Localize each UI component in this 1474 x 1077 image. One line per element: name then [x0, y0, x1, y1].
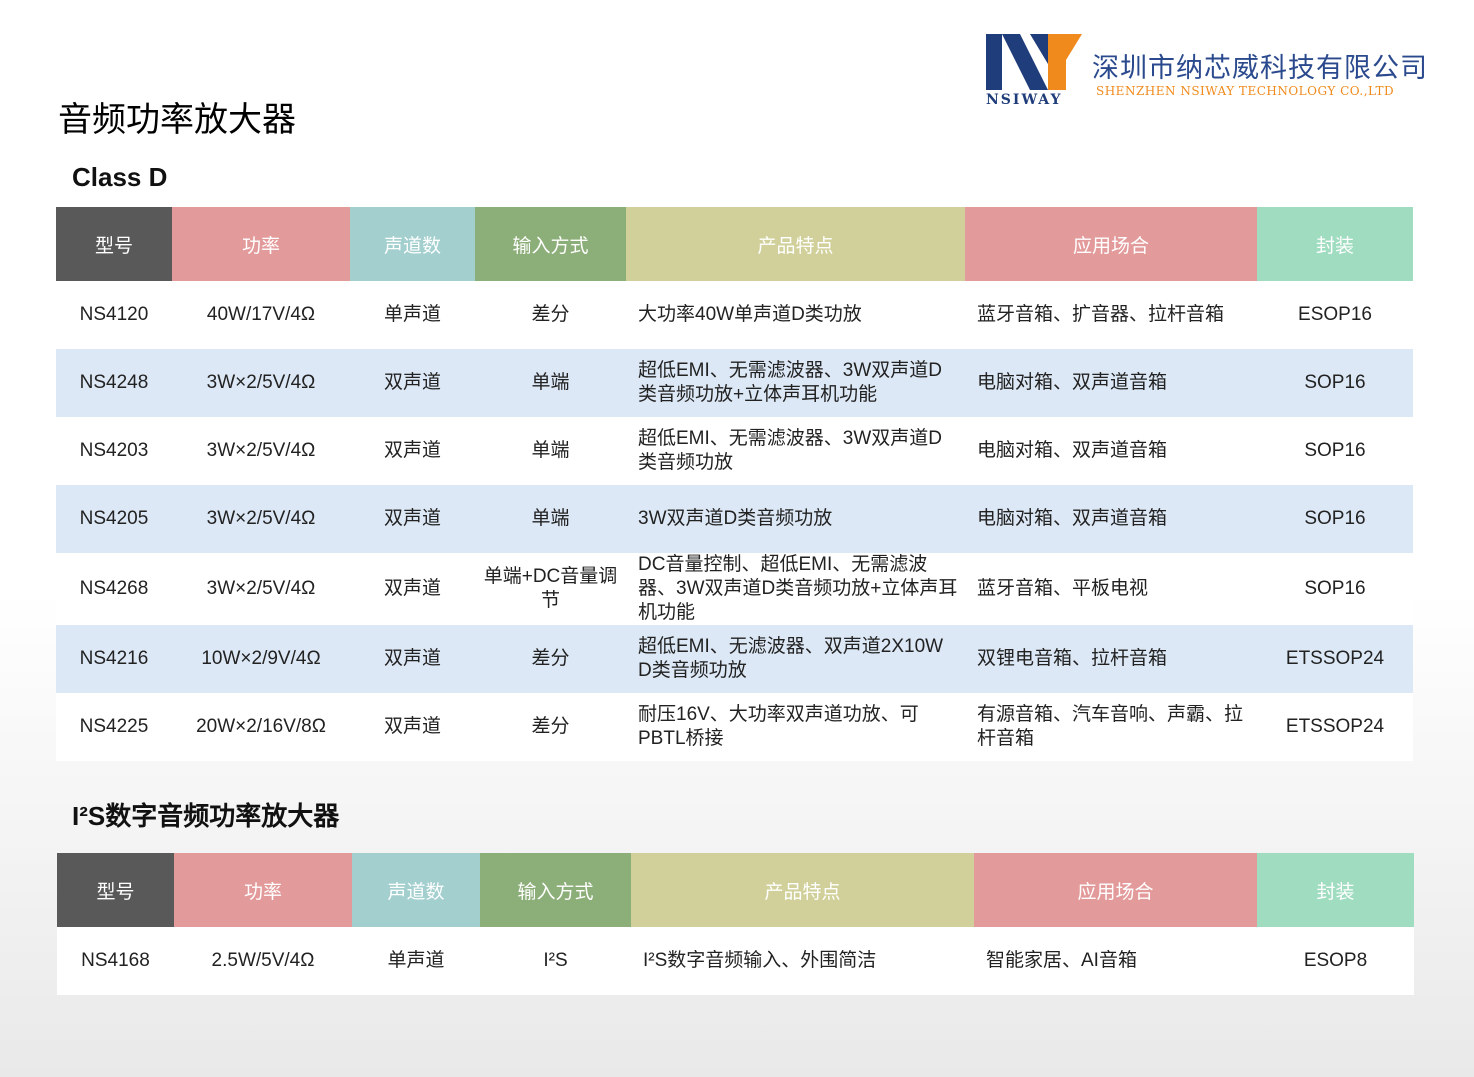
cell-channels: 双声道	[350, 553, 475, 625]
cell-input: 单端+DC音量调节	[475, 553, 626, 625]
cell-channels: 单声道	[352, 927, 480, 995]
cell-package: SOP16	[1257, 417, 1413, 485]
table-row: NS4225 20W×2/16V/8Ω 双声道 差分 耐压16V、大功率双声道功…	[56, 693, 1413, 761]
cell-channels: 双声道	[350, 417, 475, 485]
header-features: 产品特点	[626, 207, 965, 281]
i2s-table: 型号 功率 声道数 输入方式 产品特点 应用场合 封装 NS4168 2.5W/…	[57, 853, 1414, 995]
header-channels: 声道数	[350, 207, 475, 281]
cell-power: 3W×2/5V/4Ω	[172, 485, 350, 553]
cell-applications: 蓝牙音箱、平板电视	[965, 553, 1257, 625]
cell-power: 3W×2/5V/4Ω	[172, 553, 350, 625]
cell-package: ETSSOP24	[1257, 625, 1413, 693]
logo-brand-text: NSIWAY	[986, 92, 1063, 108]
cell-channels: 单声道	[350, 281, 475, 349]
cell-model: NS4168	[57, 927, 174, 995]
cell-input: 差分	[475, 693, 626, 761]
cell-channels: 双声道	[350, 693, 475, 761]
cell-power: 2.5W/5V/4Ω	[174, 927, 352, 995]
table-row: NS4203 3W×2/5V/4Ω 双声道 单端 超低EMI、无需滤波器、3W双…	[56, 417, 1413, 485]
section-title-class-d: Class D	[72, 162, 168, 192]
cell-channels: 双声道	[350, 349, 475, 417]
header-power: 功率	[174, 853, 352, 927]
header-input: 输入方式	[475, 207, 626, 281]
cell-model: NS4205	[56, 485, 172, 553]
header-input: 输入方式	[480, 853, 631, 927]
header-applications: 应用场合	[974, 853, 1257, 927]
cell-features: DC音量控制、超低EMI、无需滤波器、3W双声道D类音频功放+立体声耳机功能	[626, 553, 965, 625]
cell-power: 3W×2/5V/4Ω	[172, 417, 350, 485]
cell-features: 超低EMI、无滤波器、双声道2X10W D类音频功放	[626, 625, 965, 693]
cell-input: 单端	[475, 417, 626, 485]
cell-features: 大功率40W单声道D类功放	[626, 281, 965, 349]
cell-power: 10W×2/9V/4Ω	[172, 625, 350, 693]
header-model: 型号	[57, 853, 174, 927]
cell-channels: 双声道	[350, 625, 475, 693]
cell-applications: 有源音箱、汽车音响、声霸、拉杆音箱	[965, 693, 1257, 761]
cell-applications: 蓝牙音箱、扩音器、拉杆音箱	[965, 281, 1257, 349]
cell-package: ESOP16	[1257, 281, 1413, 349]
cell-applications: 电脑对箱、双声道音箱	[965, 485, 1257, 553]
page-title: 音频功率放大器	[58, 100, 296, 140]
cell-input: 单端	[475, 349, 626, 417]
cell-model: NS4120	[56, 281, 172, 349]
cell-channels: 双声道	[350, 485, 475, 553]
cell-package: SOP16	[1257, 349, 1413, 417]
header-applications: 应用场合	[965, 207, 1257, 281]
cell-input: I²S	[480, 927, 631, 995]
cell-applications: 双锂电音箱、拉杆音箱	[965, 625, 1257, 693]
table-row: NS4168 2.5W/5V/4Ω 单声道 I²S I²S数字音频输入、外围简洁…	[57, 927, 1414, 995]
table-row: NS4248 3W×2/5V/4Ω 双声道 单端 超低EMI、无需滤波器、3W双…	[56, 349, 1413, 417]
header-power: 功率	[172, 207, 350, 281]
table-row: NS4120 40W/17V/4Ω 单声道 差分 大功率40W单声道D类功放 蓝…	[56, 281, 1413, 349]
cell-package: SOP16	[1257, 485, 1413, 553]
header-package: 封装	[1257, 207, 1413, 281]
cell-power: 3W×2/5V/4Ω	[172, 349, 350, 417]
table-row: NS4216 10W×2/9V/4Ω 双声道 差分 超低EMI、无滤波器、双声道…	[56, 625, 1413, 693]
cell-model: NS4248	[56, 349, 172, 417]
header-package: 封装	[1257, 853, 1414, 927]
cell-input: 单端	[475, 485, 626, 553]
cell-package: ETSSOP24	[1257, 693, 1413, 761]
cell-model: NS4268	[56, 553, 172, 625]
i2s-header-row: 型号 功率 声道数 输入方式 产品特点 应用场合 封装	[57, 853, 1414, 927]
cell-input: 差分	[475, 281, 626, 349]
cell-package: ESOP8	[1257, 927, 1414, 995]
cell-features: 耐压16V、大功率双声道功放、可PBTL桥接	[626, 693, 965, 761]
cell-applications: 电脑对箱、双声道音箱	[965, 417, 1257, 485]
class-d-header-row: 型号 功率 声道数 输入方式 产品特点 应用场合 封装	[56, 207, 1413, 281]
header-model: 型号	[56, 207, 172, 281]
logo-company-cn: 深圳市纳芯威科技有限公司	[1092, 53, 1428, 84]
cell-features: 超低EMI、无需滤波器、3W双声道D类音频功放+立体声耳机功能	[626, 349, 965, 417]
cell-model: NS4225	[56, 693, 172, 761]
cell-package: SOP16	[1257, 553, 1413, 625]
header-channels: 声道数	[352, 853, 480, 927]
cell-power: 20W×2/16V/8Ω	[172, 693, 350, 761]
table-row: NS4205 3W×2/5V/4Ω 双声道 单端 3W双声道D类音频功放 电脑对…	[56, 485, 1413, 553]
cell-power: 40W/17V/4Ω	[172, 281, 350, 349]
cell-input: 差分	[475, 625, 626, 693]
logo-company-en: SHENZHEN NSIWAY TECHNOLOGY CO.,LTD	[1096, 84, 1395, 98]
header-features: 产品特点	[631, 853, 974, 927]
nsiway-logo-icon	[986, 34, 1082, 90]
cell-applications: 智能家居、AI音箱	[974, 927, 1257, 995]
cell-model: NS4216	[56, 625, 172, 693]
cell-features: I²S数字音频输入、外围简洁	[631, 927, 974, 995]
company-logo: NSIWAY 深圳市纳芯威科技有限公司 SHENZHEN NSIWAY TECH…	[986, 30, 1436, 110]
cell-features: 3W双声道D类音频功放	[626, 485, 965, 553]
cell-features: 超低EMI、无需滤波器、3W双声道D类音频功放	[626, 417, 965, 485]
cell-model: NS4203	[56, 417, 172, 485]
section-title-i2s: I²S数字音频功率放大器	[72, 801, 340, 831]
class-d-table: 型号 功率 声道数 输入方式 产品特点 应用场合 封装 NS4120 40W/1…	[56, 207, 1413, 761]
cell-applications: 电脑对箱、双声道音箱	[965, 349, 1257, 417]
table-row: NS4268 3W×2/5V/4Ω 双声道 单端+DC音量调节 DC音量控制、超…	[56, 553, 1413, 625]
